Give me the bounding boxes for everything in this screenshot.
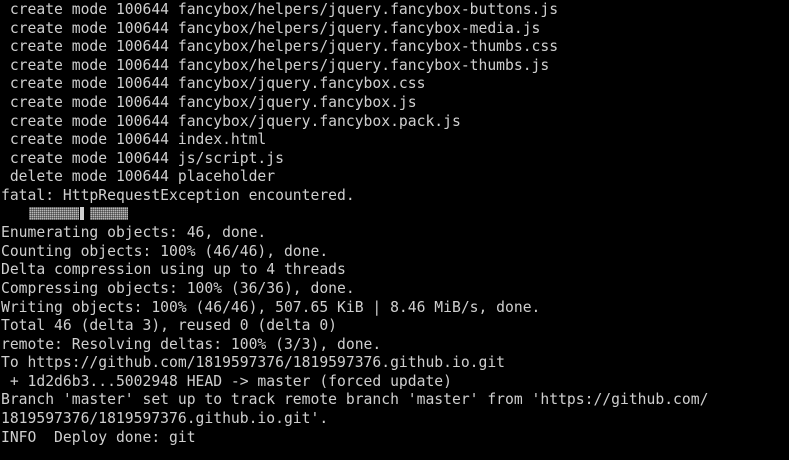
redacted-block <box>29 206 79 220</box>
output-line: create mode 100644 fancybox/jquery.fancy… <box>1 75 426 93</box>
output-line: create mode 100644 js/script.js <box>1 149 284 167</box>
output-line: create mode 100644 fancybox/jquery.fancy… <box>1 93 417 111</box>
terminal-output: create mode 100644 fancybox/helpers/jque… <box>1 1 708 447</box>
output-line: Total 46 (delta 3), reused 0 (delta 0) <box>1 317 338 335</box>
output-line: To https://github.com/1819597376/1819597… <box>1 354 506 372</box>
output-line: create mode 100644 fancybox/helpers/jque… <box>1 56 550 74</box>
output-line: Enumerating objects: 46, done. <box>1 224 267 242</box>
output-line: create mode 100644 fancybox/jquery.fancy… <box>1 112 461 130</box>
redacted-block <box>90 206 128 220</box>
output-line: delete mode 100644 placeholder <box>1 168 276 186</box>
fatal-error-line: fatal: HttpRequestException encountered. <box>1 186 355 204</box>
output-line: create mode 100644 index.html <box>1 131 267 149</box>
output-line: remote: Resolving deltas: 100% (3/3), do… <box>1 335 382 353</box>
output-line: create mode 100644 fancybox/helpers/jque… <box>1 19 541 37</box>
output-line: 1819597376/1819597376.github.io.git'. <box>1 410 329 428</box>
output-line: create mode 100644 fancybox/helpers/jque… <box>1 38 559 56</box>
output-line: Counting objects: 100% (46/46), done. <box>1 242 329 260</box>
terminal-window[interactable]: create mode 100644 fancybox/helpers/jque… <box>0 0 789 460</box>
output-line: + 1d2d6b3...5002948 HEAD -> master (forc… <box>1 372 452 390</box>
output-line: Delta compression using up to 4 threads <box>1 261 346 279</box>
output-line: Writing objects: 100% (46/46), 507.65 Ki… <box>1 298 541 316</box>
output-line: Compressing objects: 100% (36/36), done. <box>1 279 355 297</box>
redacted-credentials-line <box>1 206 708 225</box>
output-line: create mode 100644 fancybox/helpers/jque… <box>1 1 559 18</box>
input-caret <box>80 206 84 220</box>
output-line: Branch 'master' set up to track remote b… <box>1 391 709 409</box>
deploy-status-line: INFO Deploy done: git <box>1 428 196 446</box>
